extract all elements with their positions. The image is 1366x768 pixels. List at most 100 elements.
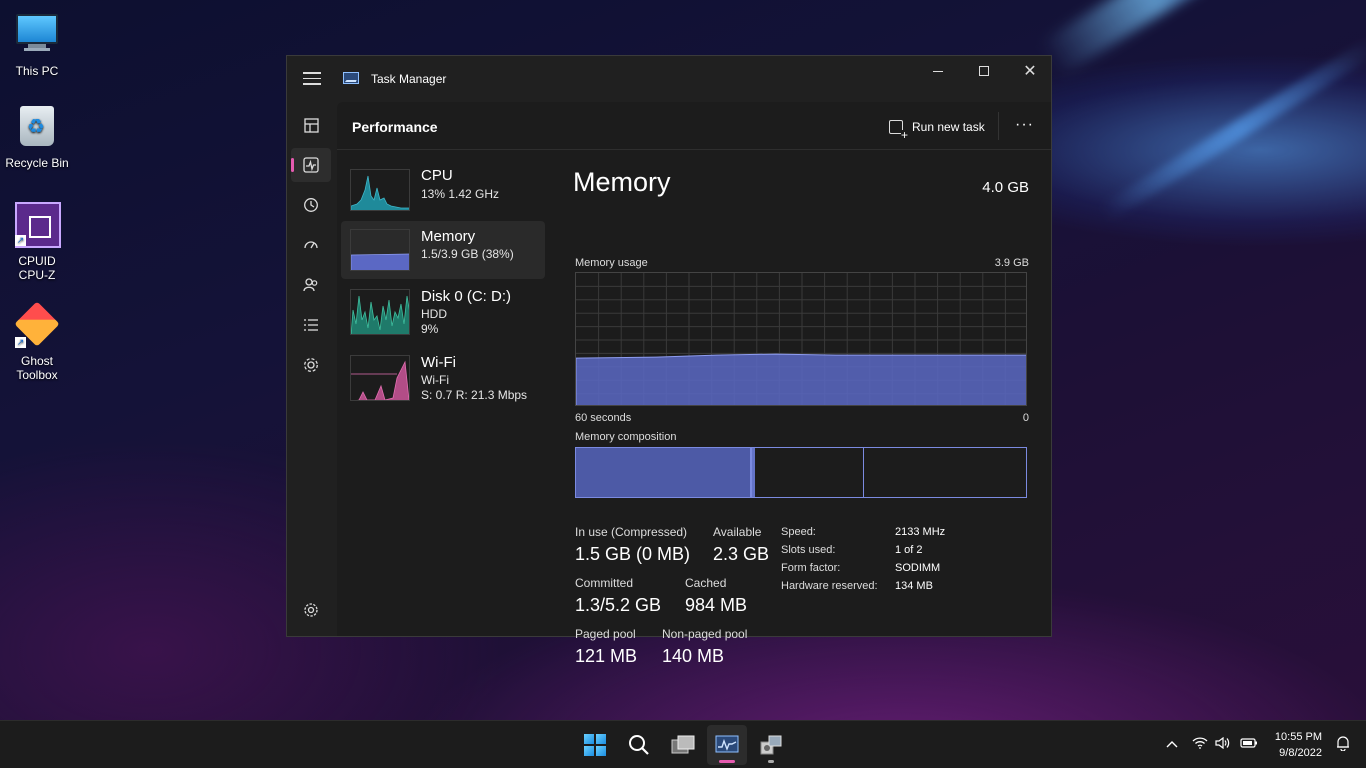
resource-item-disk[interactable]: Disk 0 (C: D:) HDD 9% (341, 283, 545, 341)
desktop-icon-recycle-bin[interactable]: Recycle Bin (0, 106, 74, 170)
composition-free (864, 448, 1026, 497)
in-use-label: In use (Compressed) (575, 525, 688, 539)
paged-pool-label: Paged pool (575, 627, 636, 641)
running-indicator (768, 760, 774, 763)
memory-usage-chart (575, 272, 1027, 406)
resource-item-cpu[interactable]: CPU 13% 1.42 GHz (341, 161, 545, 219)
title-bar[interactable]: Task Manager ✕ (287, 56, 1051, 102)
taskbar-app[interactable] (751, 725, 791, 765)
header-divider (998, 112, 999, 140)
resource-detail: 13% 1.42 GHz (421, 187, 500, 201)
ghost-toolbox-icon: ↗ (14, 301, 60, 348)
minimize-button[interactable] (915, 56, 961, 86)
cached-value: 984 MB (685, 595, 748, 615)
cpu-mini-graph (350, 169, 410, 211)
hamburger-icon[interactable] (303, 72, 321, 86)
performance-icon (303, 157, 319, 173)
show-hidden-icons-button[interactable] (1166, 737, 1178, 752)
nav-app-history[interactable] (291, 188, 331, 222)
clock[interactable]: 10:55 PM 9/8/2022 (1275, 729, 1322, 761)
nav-details[interactable] (291, 308, 331, 342)
close-icon: ✕ (1023, 63, 1037, 80)
task-manager-icon (715, 735, 739, 753)
nav-performance[interactable] (291, 148, 331, 182)
non-paged-pool-label: Non-paged pool (662, 627, 748, 641)
details-icon (304, 319, 318, 331)
run-new-task-button[interactable]: Run new task (889, 116, 985, 140)
taskbar: 10:55 PM 9/8/2022 (0, 720, 1366, 768)
memory-usage-max: 3.9 GB (994, 257, 1029, 269)
nav-startup[interactable] (291, 228, 331, 262)
committed-value: 1.3/5.2 GB (575, 595, 662, 615)
more-options-button[interactable]: ··· (1015, 116, 1034, 134)
nav-processes[interactable] (291, 108, 331, 142)
memory-title: Memory (573, 167, 671, 197)
resource-name: CPU (421, 167, 453, 184)
desktop-icon-label: This PC (15, 64, 59, 78)
cached-label: Cached (685, 576, 727, 590)
disk-mini-graph (350, 289, 410, 335)
memory-total: 4.0 GB (982, 179, 1029, 196)
search-button[interactable] (619, 725, 659, 765)
maximize-button[interactable] (961, 56, 1007, 86)
recycle-bin-icon (15, 106, 59, 150)
resource-name: Disk 0 (C: D:) (421, 288, 511, 305)
settings-button[interactable] (303, 602, 319, 622)
task-manager-app-icon (343, 72, 359, 84)
start-button[interactable] (575, 725, 615, 765)
nav-users[interactable] (291, 268, 331, 302)
taskbar-task-manager[interactable] (707, 725, 747, 765)
windows-logo-icon (584, 734, 606, 756)
available-value: 2.3 GB (713, 544, 770, 564)
volume-icon (1215, 736, 1230, 750)
task-view-icon (671, 735, 695, 754)
battery-icon (1240, 738, 1257, 748)
resource-detail: 1.5/3.9 GB (38%) (421, 247, 514, 261)
clock-time: 10:55 PM (1274, 731, 1322, 743)
memory-usage-area (576, 353, 1026, 405)
memory-mini-graph (350, 229, 410, 271)
composition-in-use (576, 448, 752, 497)
close-button[interactable]: ✕ (1007, 56, 1053, 86)
nav-services[interactable] (291, 348, 331, 382)
notifications-button[interactable] (1336, 735, 1350, 754)
hardware-reserved-value: 134 MB (895, 580, 933, 592)
task-view-button[interactable] (663, 725, 703, 765)
desktop-icon-cpu-z[interactable]: ↗ CPUID CPU-Z (0, 202, 74, 282)
monitor-icon (15, 14, 59, 58)
resource-detail: HDD (421, 307, 447, 321)
battery-tray-button[interactable] (1240, 737, 1258, 752)
committed-label: Committed (575, 576, 634, 590)
resource-detail: S: 0.7 R: 21.3 Mbps (421, 388, 528, 402)
slots-value: 1 of 2 (895, 544, 923, 556)
non-paged-pool-value: 140 MB (662, 646, 725, 666)
active-indicator (719, 760, 735, 763)
resource-detail: 9% (421, 322, 439, 336)
available-label: Available (713, 525, 762, 539)
desktop-icon-ghost-toolbox[interactable]: ↗ Ghost Toolbox (0, 301, 74, 382)
settings-icon (304, 603, 318, 617)
desktop-icon-label: Recycle Bin (5, 156, 69, 170)
page-title: Performance (352, 119, 438, 135)
desktop-icon-this-pc[interactable]: This PC (0, 10, 74, 78)
users-icon (303, 278, 318, 292)
chevron-up-icon (1166, 741, 1178, 748)
speed-value: 2133 MHz (895, 526, 946, 538)
resource-name: Wi-Fi (421, 354, 456, 371)
performance-page: Performance Run new task ··· CPU 13% 1.4… (337, 102, 1051, 666)
paged-pool-value: 121 MB (575, 646, 638, 666)
axis-right-label: 0 (1022, 412, 1029, 424)
shortcut-arrow-icon: ↗ (15, 235, 26, 246)
resource-item-memory[interactable]: Memory 1.5/3.9 GB (38%) (341, 221, 545, 279)
volume-tray-button[interactable] (1215, 736, 1231, 752)
desktop-icon-label: Ghost Toolbox (16, 354, 58, 382)
resource-detail: Wi-Fi (421, 373, 449, 387)
task-manager-window: Task Manager ✕ Performance + Run new tas… (286, 55, 1052, 666)
window-title: Task Manager (371, 72, 447, 86)
composition-standby (755, 448, 864, 497)
resource-name: Memory (421, 228, 476, 245)
resource-item-wifi[interactable]: Wi-Fi Wi-Fi S: 0.7 R: 21.3 Mbps (341, 349, 545, 407)
nav-rail (287, 102, 337, 636)
in-use-value: 1.5 GB (0 MB) (575, 544, 691, 564)
wifi-tray-button[interactable] (1192, 737, 1208, 752)
